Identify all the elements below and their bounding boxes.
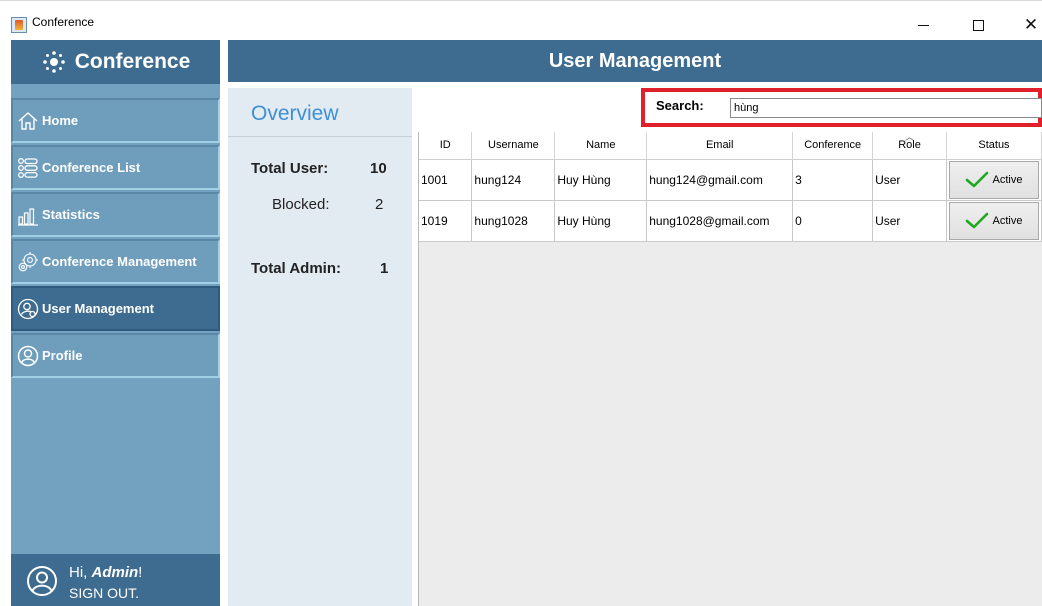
gears-icon [17, 251, 39, 273]
sidebar-item-conference-list[interactable]: Conference List [11, 145, 220, 190]
sidebar-item-label: Home [42, 113, 79, 128]
minimize-icon [917, 24, 929, 26]
total-admin-label: Total Admin: [251, 260, 341, 277]
greeting-prefix: Hi, [69, 564, 92, 581]
overview-title: Overview [251, 102, 339, 125]
sidebar-item-conference-management[interactable]: Conference Management [11, 239, 220, 284]
sidebar-item-label: Conference List [42, 160, 141, 175]
users-table-area: ID Username Name Email Conference ︿ Role … [418, 132, 1042, 606]
cell-role[interactable]: User [872, 200, 947, 242]
column-header-status[interactable]: Status [946, 132, 1042, 160]
cell-name[interactable]: Huy Hùng [554, 159, 648, 201]
sidebar-item-user-management[interactable]: User Management [11, 286, 220, 331]
close-button[interactable]: ✕ [1008, 9, 1042, 41]
avatar-icon [26, 565, 58, 602]
table-header-row: ID Username Name Email Conference ︿ Role … [419, 132, 1042, 160]
greeting-suffix: ! [138, 564, 143, 581]
search-bar: Search: [641, 88, 1042, 127]
cell-status: Active [946, 200, 1042, 242]
sidebar-item-label: Statistics [42, 207, 100, 222]
greeting: Hi, Admin! [69, 564, 142, 581]
cell-id[interactable]: 1019 [419, 200, 473, 242]
cell-username[interactable]: hung124 [471, 159, 556, 201]
close-icon: ✕ [1023, 15, 1039, 35]
user-settings-icon [17, 298, 39, 320]
maximize-button[interactable] [955, 9, 1001, 41]
cell-email[interactable]: hung124@gmail.com [646, 159, 794, 201]
search-label: Search: [656, 98, 704, 113]
column-header-conference[interactable]: Conference [792, 132, 874, 160]
cell-conference[interactable]: 3 [792, 159, 874, 201]
column-header-username[interactable]: Username [471, 132, 556, 160]
minimize-button[interactable] [900, 9, 946, 41]
sidebar-item-profile[interactable]: Profile [11, 333, 220, 378]
sidebar: Conference Home Conference List Statisti… [11, 40, 220, 606]
table-row[interactable]: 1019 hung1028 Huy Hùng hung1028@gmail.co… [419, 200, 1042, 242]
user-info: Hi, Admin! SIGN OUT. [11, 554, 220, 606]
overview-divider [228, 136, 412, 137]
table-row[interactable]: 1001 hung124 Huy Hùng hung124@gmail.com … [419, 159, 1042, 201]
user-name: Admin [91, 564, 139, 581]
home-icon [17, 110, 39, 132]
status-label: Active [992, 173, 1023, 186]
blocked-label: Blocked: [272, 196, 330, 213]
page-title: User Management [228, 40, 1042, 82]
search-input[interactable] [730, 98, 1042, 118]
conference-logo-icon [42, 51, 65, 73]
app-logo: Conference [11, 40, 220, 84]
profile-icon [17, 345, 39, 367]
java-app-icon [11, 17, 27, 33]
sidebar-item-statistics[interactable]: Statistics [11, 192, 220, 237]
checkmark-icon [966, 212, 989, 228]
cell-status: Active [946, 159, 1042, 201]
bar-chart-icon [17, 204, 39, 226]
column-header-name[interactable]: Name [554, 132, 648, 160]
total-user-value: 10 [370, 160, 387, 177]
column-header-role[interactable]: ︿ Role [872, 132, 947, 160]
column-header-email[interactable]: Email [646, 132, 794, 160]
status-label: Active [992, 214, 1023, 227]
cell-email[interactable]: hung1028@gmail.com [646, 200, 794, 242]
status-active-button[interactable]: Active [948, 201, 1039, 240]
sidebar-item-label: User Management [42, 301, 154, 316]
checkmark-icon [966, 171, 989, 187]
window-title-bar: Conference ✕ [0, 0, 1042, 40]
total-user-label: Total User: [251, 160, 329, 177]
status-active-button[interactable]: Active [948, 160, 1039, 199]
cell-role[interactable]: User [872, 159, 947, 201]
list-icon [17, 157, 39, 179]
cell-conference[interactable]: 0 [792, 200, 874, 242]
maximize-icon [972, 19, 984, 31]
sort-ascending-icon: ︿ [905, 132, 915, 142]
cell-name[interactable]: Huy Hùng [554, 200, 648, 242]
column-header-id[interactable]: ID [419, 132, 473, 160]
blocked-value: 2 [375, 196, 384, 213]
sidebar-item-label: Profile [42, 348, 83, 363]
logo-text: Conference [74, 50, 191, 73]
cell-username[interactable]: hung1028 [471, 200, 556, 242]
window-title: Conference [32, 15, 95, 29]
sidebar-item-home[interactable]: Home [11, 98, 220, 143]
users-table: ID Username Name Email Conference ︿ Role … [419, 132, 1042, 242]
overview-panel: Overview Total User: 10 Blocked: 2 Total… [228, 88, 412, 606]
sign-out-link[interactable]: SIGN OUT. [69, 585, 139, 601]
cell-id[interactable]: 1001 [419, 159, 473, 201]
sidebar-item-label: Conference Management [42, 254, 197, 269]
total-admin-value: 1 [380, 260, 389, 277]
